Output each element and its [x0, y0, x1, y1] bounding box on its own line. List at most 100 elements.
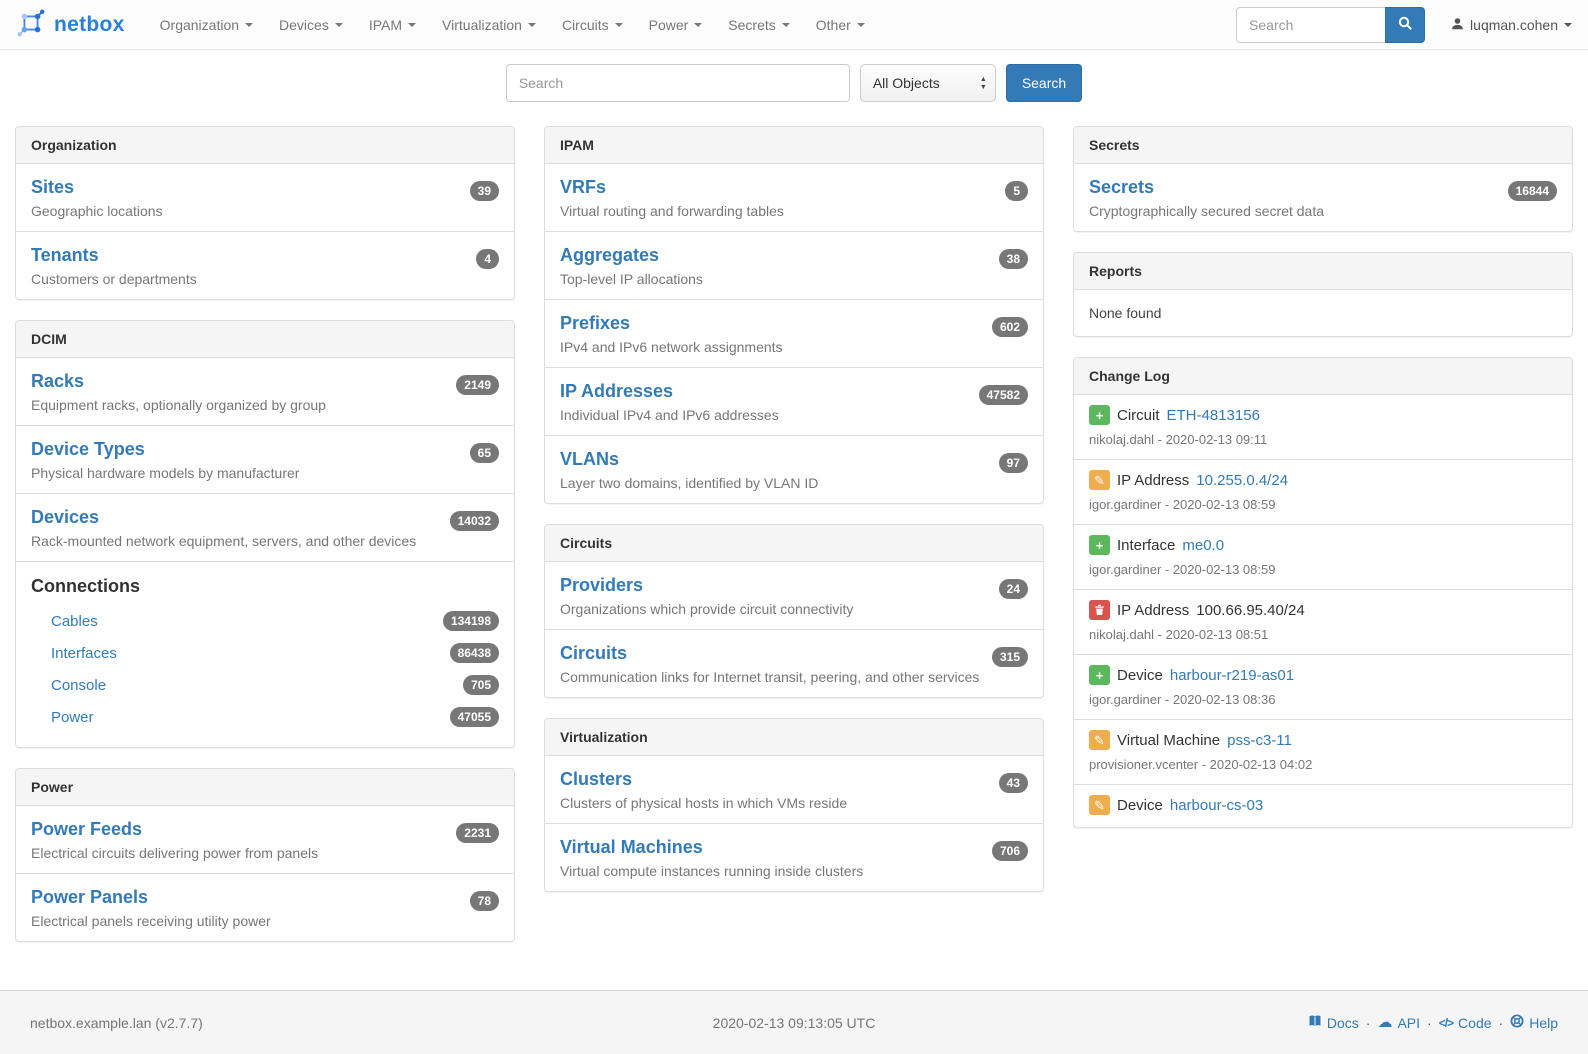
nav-virtualization[interactable]: Virtualization	[429, 2, 549, 48]
count-badge: 97	[999, 453, 1028, 473]
vrfs-link[interactable]: VRFs	[560, 177, 606, 198]
list-item-console: Console 705	[31, 669, 499, 701]
object-link[interactable]: me0.0	[1182, 537, 1224, 554]
object-type: IP Address	[1117, 472, 1189, 489]
entry-meta: nikolaj.dahl - 2020-02-13 09:11	[1089, 432, 1557, 447]
brand-name: netbox	[54, 13, 125, 37]
nav-other[interactable]: Other	[803, 2, 878, 48]
racks-link[interactable]: Racks	[31, 371, 84, 392]
providers-link[interactable]: Providers	[560, 575, 643, 596]
devices-link[interactable]: Devices	[31, 507, 99, 528]
count-badge: 315	[992, 647, 1028, 667]
count-badge: 2231	[456, 823, 499, 843]
nav-organization[interactable]: Organization	[147, 2, 266, 48]
help-link[interactable]: Help	[1510, 1014, 1558, 1031]
search-scope-value: All Objects	[873, 75, 940, 91]
item-description: Physical hardware models by manufacturer	[31, 465, 499, 481]
docs-link[interactable]: Docs	[1308, 1014, 1359, 1031]
panel-heading: Organization	[16, 127, 514, 164]
netbox-logo[interactable]: netbox	[16, 8, 125, 41]
create-icon: +	[1089, 535, 1110, 555]
count-badge: 5	[1005, 181, 1028, 201]
nav-ipam[interactable]: IPAM	[356, 2, 429, 48]
power-panels-link[interactable]: Power Panels	[31, 887, 148, 908]
item-description: Electrical circuits delivering power fro…	[31, 845, 499, 861]
chevron-down-icon	[615, 23, 623, 27]
device-types-link[interactable]: Device Types	[31, 439, 145, 460]
entry-meta: provisioner.vcenter - 2020-02-13 04:02	[1089, 757, 1557, 772]
changelog-entry: ✎ Virtual Machine pss-c3-11 provisioner.…	[1074, 719, 1572, 784]
panel-ipam: IPAM 5 VRFs Virtual routing and forwardi…	[544, 126, 1044, 504]
nav-circuits[interactable]: Circuits	[549, 2, 636, 48]
cables-link[interactable]: Cables	[51, 613, 98, 630]
object-link[interactable]: ETH-4813156	[1167, 407, 1260, 424]
sites-link[interactable]: Sites	[31, 177, 74, 198]
chevron-down-icon	[1564, 23, 1572, 27]
secrets-link[interactable]: Secrets	[1089, 177, 1154, 198]
item-description: Electrical panels receiving utility powe…	[31, 913, 499, 929]
count-badge: 706	[992, 841, 1028, 861]
interfaces-link[interactable]: Interfaces	[51, 645, 117, 662]
api-link[interactable]: ☁ API	[1377, 1015, 1420, 1031]
footer-hostname: netbox.example.lan (v2.7.7)	[30, 1015, 539, 1031]
user-menu[interactable]: luqman.cohen	[1451, 17, 1572, 33]
vlans-link[interactable]: VLANs	[560, 449, 619, 470]
object-link[interactable]: harbour-cs-03	[1170, 797, 1263, 814]
object-link[interactable]: pss-c3-11	[1227, 732, 1292, 749]
chevron-down-icon	[694, 23, 702, 27]
item-description: IPv4 and IPv6 network assignments	[560, 339, 1028, 355]
object-name: 100.66.95.40/24	[1196, 602, 1304, 619]
list-item-circuits: 315 Circuits Communication links for Int…	[545, 629, 1043, 697]
tenants-link[interactable]: Tenants	[31, 245, 99, 266]
changelog-entry: ✎ Device harbour-cs-03	[1074, 784, 1572, 827]
panel-organization: Organization 39 Sites Geographic locatio…	[15, 126, 515, 300]
code-icon: </>	[1439, 1016, 1453, 1030]
quick-search-button[interactable]: Search	[1006, 64, 1082, 102]
power-feeds-link[interactable]: Power Feeds	[31, 819, 142, 840]
clusters-link[interactable]: Clusters	[560, 769, 632, 790]
search-scope-select[interactable]: All Objects ▲▼	[860, 64, 996, 102]
list-item-ip-addresses: 47582 IP Addresses Individual IPv4 and I…	[545, 367, 1043, 435]
nav-devices[interactable]: Devices	[266, 2, 356, 48]
list-item-power: Power 47055	[31, 701, 499, 733]
connections-heading: Connections	[31, 576, 499, 597]
panel-dcim: DCIM 2149 Racks Equipment racks, optiona…	[15, 320, 515, 748]
nav-secrets[interactable]: Secrets	[715, 2, 802, 48]
life-ring-icon	[1510, 1014, 1524, 1031]
quick-search-input[interactable]	[506, 64, 850, 102]
object-link[interactable]: 10.255.0.4/24	[1196, 472, 1288, 489]
nav-power[interactable]: Power	[636, 2, 716, 48]
item-description: Rack-mounted network equipment, servers,…	[31, 533, 499, 549]
aggregates-link[interactable]: Aggregates	[560, 245, 659, 266]
object-type: Device	[1117, 667, 1163, 684]
count-badge: 134198	[443, 611, 499, 631]
item-description: Clusters of physical hosts in which VMs …	[560, 795, 1028, 811]
count-badge: 38	[999, 249, 1028, 269]
cloud-icon: ☁	[1377, 1015, 1392, 1030]
changelog-entry: ✎ IP Address 10.255.0.4/24 igor.gardiner…	[1074, 459, 1572, 524]
search-icon	[1398, 16, 1413, 34]
entry-meta: igor.gardiner - 2020-02-13 08:59	[1089, 497, 1557, 512]
chevron-down-icon	[857, 23, 865, 27]
pencil-icon: ✎	[1089, 730, 1110, 750]
code-link[interactable]: </> Code	[1439, 1015, 1492, 1031]
panel-reports: Reports None found	[1073, 252, 1573, 337]
ip-addresses-link[interactable]: IP Addresses	[560, 381, 673, 402]
console-link[interactable]: Console	[51, 677, 106, 694]
list-item-devices: 14032 Devices Rack-mounted network equip…	[16, 493, 514, 561]
user-icon	[1451, 17, 1464, 33]
dashboard: Organization 39 Sites Geographic locatio…	[0, 124, 1588, 942]
prefixes-link[interactable]: Prefixes	[560, 313, 630, 334]
navbar-search-input[interactable]	[1236, 7, 1386, 43]
circuits-link[interactable]: Circuits	[560, 643, 627, 664]
virtual-machines-link[interactable]: Virtual Machines	[560, 837, 703, 858]
object-link[interactable]: harbour-r219-as01	[1170, 667, 1294, 684]
item-description: Virtual routing and forwarding tables	[560, 203, 1028, 219]
count-badge: 14032	[450, 511, 499, 531]
list-item-vlans: 97 VLANs Layer two domains, identified b…	[545, 435, 1043, 503]
navbar-search-button[interactable]	[1385, 7, 1425, 43]
reports-empty-message: None found	[1074, 290, 1572, 336]
item-description: Geographic locations	[31, 203, 499, 219]
power-connections-link[interactable]: Power	[51, 709, 94, 726]
chevron-down-icon	[335, 23, 343, 27]
